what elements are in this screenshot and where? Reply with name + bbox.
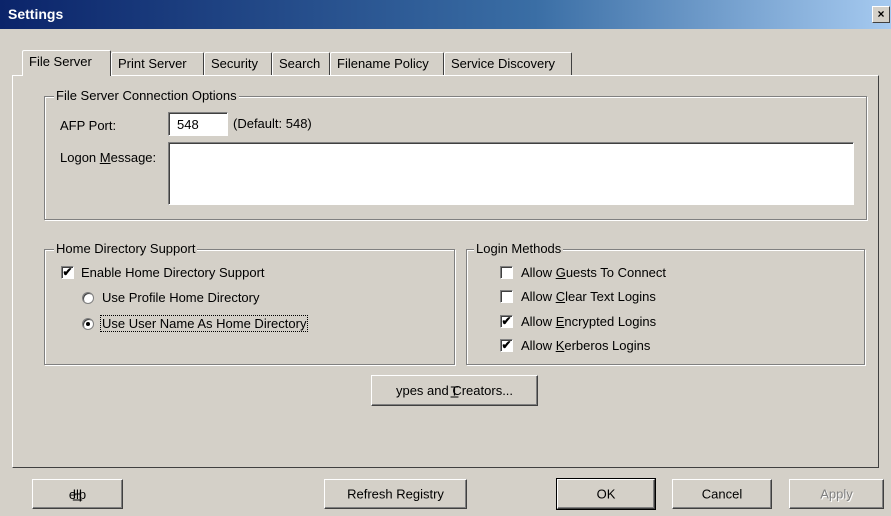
check-icon: ✔ [62, 265, 73, 279]
refresh-registry-label: Refresh Registry [347, 486, 444, 502]
types-and-creators-label: Types and Creators... [395, 383, 514, 398]
logon-label-pre: Logon [60, 150, 100, 165]
tab-print-server[interactable]: Print Server [111, 52, 204, 76]
connection-options-legend: File Server Connection Options [54, 88, 239, 103]
allow-encrypted-label: Allow Encrypted Logins [521, 314, 657, 329]
enable-home-dir-label: Enable Home Directory Support [81, 265, 265, 280]
close-button[interactable]: × [872, 6, 890, 23]
close-icon: × [877, 7, 885, 21]
apply-button[interactable]: Apply [789, 479, 884, 509]
cancel-label: Cancel [701, 486, 743, 502]
radio-profile-home-dir[interactable] [82, 292, 94, 304]
allow-kerberos-label: Allow Kerberos Logins [521, 338, 651, 353]
allow-clear-text-checkbox[interactable] [500, 290, 513, 303]
enable-home-dir-checkbox[interactable]: ✔ [61, 266, 74, 279]
tab-search[interactable]: Search [272, 52, 330, 76]
tab-file-server[interactable]: File Server [22, 50, 111, 76]
refresh-registry-button[interactable]: Refresh Registry [324, 479, 467, 509]
tab-label: Security [211, 56, 258, 71]
ok-label: OK [596, 486, 616, 502]
tab-label: Search [279, 56, 321, 71]
allow-kerberos-checkbox[interactable]: ✔ [500, 339, 513, 352]
title-bar: Settings × [0, 0, 891, 29]
tab-label: Service Discovery [451, 56, 556, 71]
login-methods-legend: Login Methods [474, 241, 564, 256]
radio-selected-dot [86, 322, 90, 326]
tab-label: File Server [29, 54, 92, 69]
logon-label-post: essage: [110, 150, 157, 165]
radio-username-home-dir-label: Use User Name As Home Directory [100, 315, 309, 332]
apply-label: Apply [820, 486, 853, 502]
logon-label-mnemonic: M [99, 150, 111, 165]
tab-security[interactable]: Security [204, 52, 272, 76]
radio-username-home-dir[interactable] [82, 318, 94, 330]
check-icon: ✔ [501, 338, 512, 352]
check-icon: ✔ [501, 314, 512, 328]
afp-port-label: AFP Port: [60, 118, 117, 133]
help-label: Help [68, 486, 87, 502]
logon-message-textarea[interactable] [168, 142, 854, 205]
tab-filename-policy[interactable]: Filename Policy [330, 52, 444, 76]
home-directory-legend: Home Directory Support [54, 241, 198, 256]
cancel-button[interactable]: Cancel [672, 479, 772, 509]
allow-encrypted-checkbox[interactable]: ✔ [500, 315, 513, 328]
tab-label: Filename Policy [337, 56, 429, 71]
allow-clear-text-label: Allow Clear Text Logins [521, 289, 656, 304]
afp-default-note: (Default: 548) [233, 116, 312, 131]
tab-service-discovery[interactable]: Service Discovery [444, 52, 572, 76]
allow-guests-label: Allow Guests To Connect [521, 265, 667, 280]
window-title: Settings [8, 6, 64, 22]
tab-label: Print Server [118, 56, 187, 71]
help-button[interactable]: Help [32, 479, 123, 509]
logon-message-label: Logon Message: [60, 150, 156, 165]
afp-port-value: 548 [177, 117, 199, 132]
types-and-creators-button[interactable]: Types and Creators... [371, 375, 538, 406]
ok-button[interactable]: OK [556, 478, 656, 510]
radio-profile-home-dir-label: Use Profile Home Directory [102, 290, 260, 305]
allow-guests-checkbox[interactable] [500, 266, 513, 279]
afp-port-input[interactable]: 548 [168, 112, 228, 136]
